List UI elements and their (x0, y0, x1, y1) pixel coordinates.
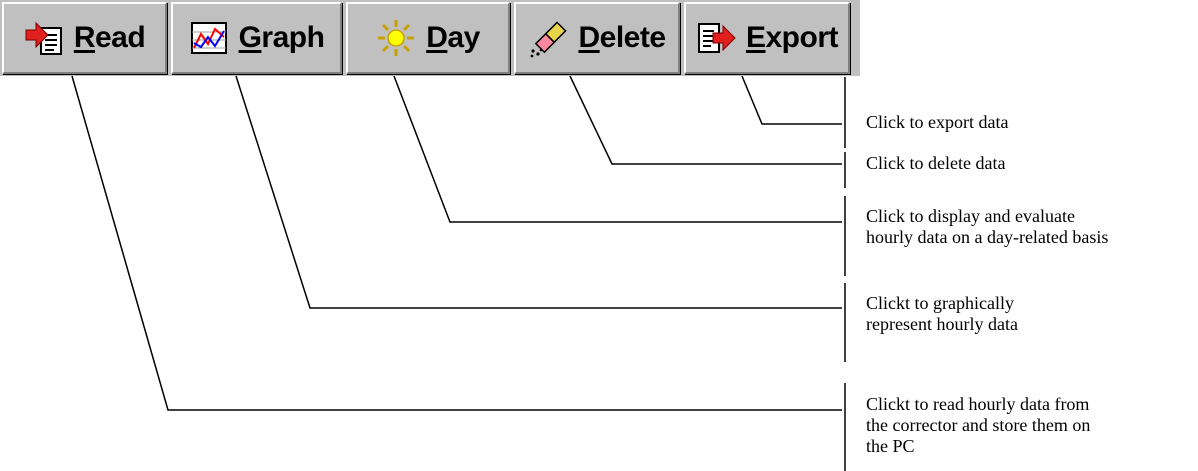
day-annotation: Click to display and evaluate hourly dat… (866, 206, 1109, 247)
read-annotation: Clickt to read hourly data from the corr… (866, 394, 1091, 456)
graph-leader (235, 75, 842, 309)
day-leader (393, 75, 842, 223)
delete-leader (569, 75, 842, 165)
delete-annotation: Click to delete data (866, 153, 1006, 173)
read-leader (71, 75, 842, 411)
export-leader (741, 75, 842, 125)
graph-annotation: Clickt to graphically represent hourly d… (866, 293, 1018, 334)
export-annotation: Click to export data (866, 112, 1009, 132)
